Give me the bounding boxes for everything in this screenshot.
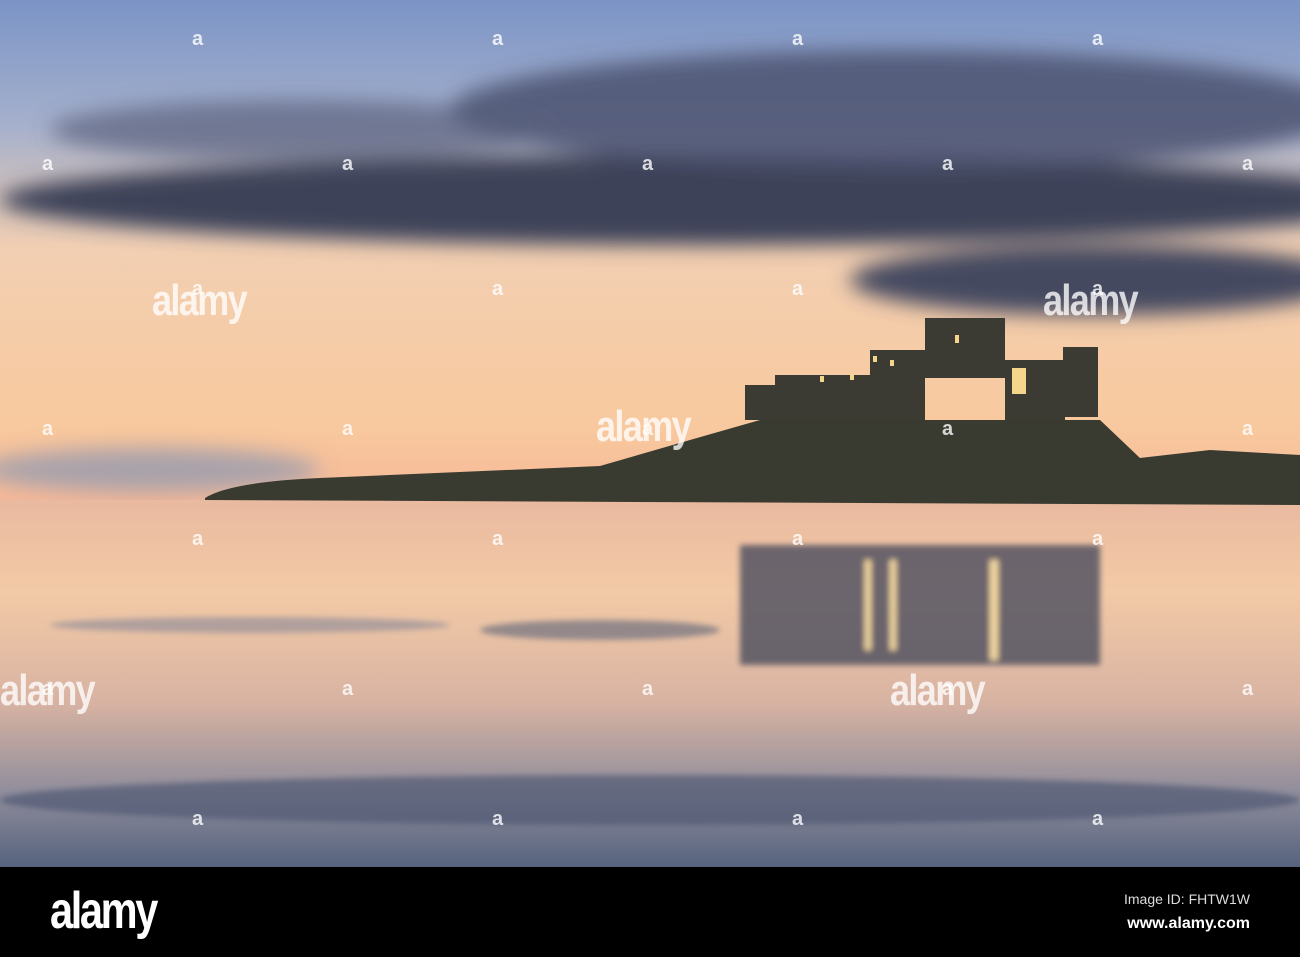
watermark-mark: a <box>942 678 954 700</box>
watermark-mark: a <box>492 278 504 300</box>
site-url: www.alamy.com <box>1127 915 1250 932</box>
watermark-mark: a <box>642 418 654 440</box>
watermark-mark: a <box>192 528 204 550</box>
watermark-mark: a <box>492 808 504 830</box>
watermark-mark: a <box>792 278 804 300</box>
alamy-logo: alamy <box>50 882 158 940</box>
footer-bar: alamy Image ID: FHTW1W www.alamy.com <box>0 867 1300 957</box>
watermark-mark: a <box>192 278 204 300</box>
watermark-mark: a <box>1092 28 1104 50</box>
watermark-mark: a <box>192 28 204 50</box>
watermark-mark: a <box>642 153 654 175</box>
watermark-mark: a <box>642 678 654 700</box>
watermark-mark: a <box>42 418 54 440</box>
watermark-mark: a <box>1092 808 1104 830</box>
watermark-mark: a <box>792 28 804 50</box>
watermark-mark: a <box>1092 278 1104 300</box>
watermark-mark: a <box>792 808 804 830</box>
watermark-mark: a <box>1242 153 1254 175</box>
watermark: alamy <box>1043 276 1139 325</box>
watermark-mark: a <box>1092 528 1104 550</box>
watermark-mark: a <box>42 153 54 175</box>
watermark-mark: a <box>942 153 954 175</box>
watermark-mark: a <box>342 153 354 175</box>
watermark-mark: a <box>342 678 354 700</box>
watermark-mark: a <box>42 678 54 700</box>
image-id: Image ID: FHTW1W <box>1123 891 1250 907</box>
watermark-mark: a <box>942 418 954 440</box>
castle-reflection <box>740 545 1100 665</box>
watermark: alamy <box>890 666 986 715</box>
watermark-mark: a <box>342 418 354 440</box>
watermark-mark: a <box>792 528 804 550</box>
watermark-mark: a <box>192 808 204 830</box>
watermark-mark: a <box>492 28 504 50</box>
watermark-mark: a <box>1242 418 1254 440</box>
stock-photo-page: alamy alamy alamy alamy alamy aaaaaaaaaa… <box>0 0 1300 957</box>
watermark-mark: a <box>492 528 504 550</box>
watermark-mark: a <box>1242 678 1254 700</box>
